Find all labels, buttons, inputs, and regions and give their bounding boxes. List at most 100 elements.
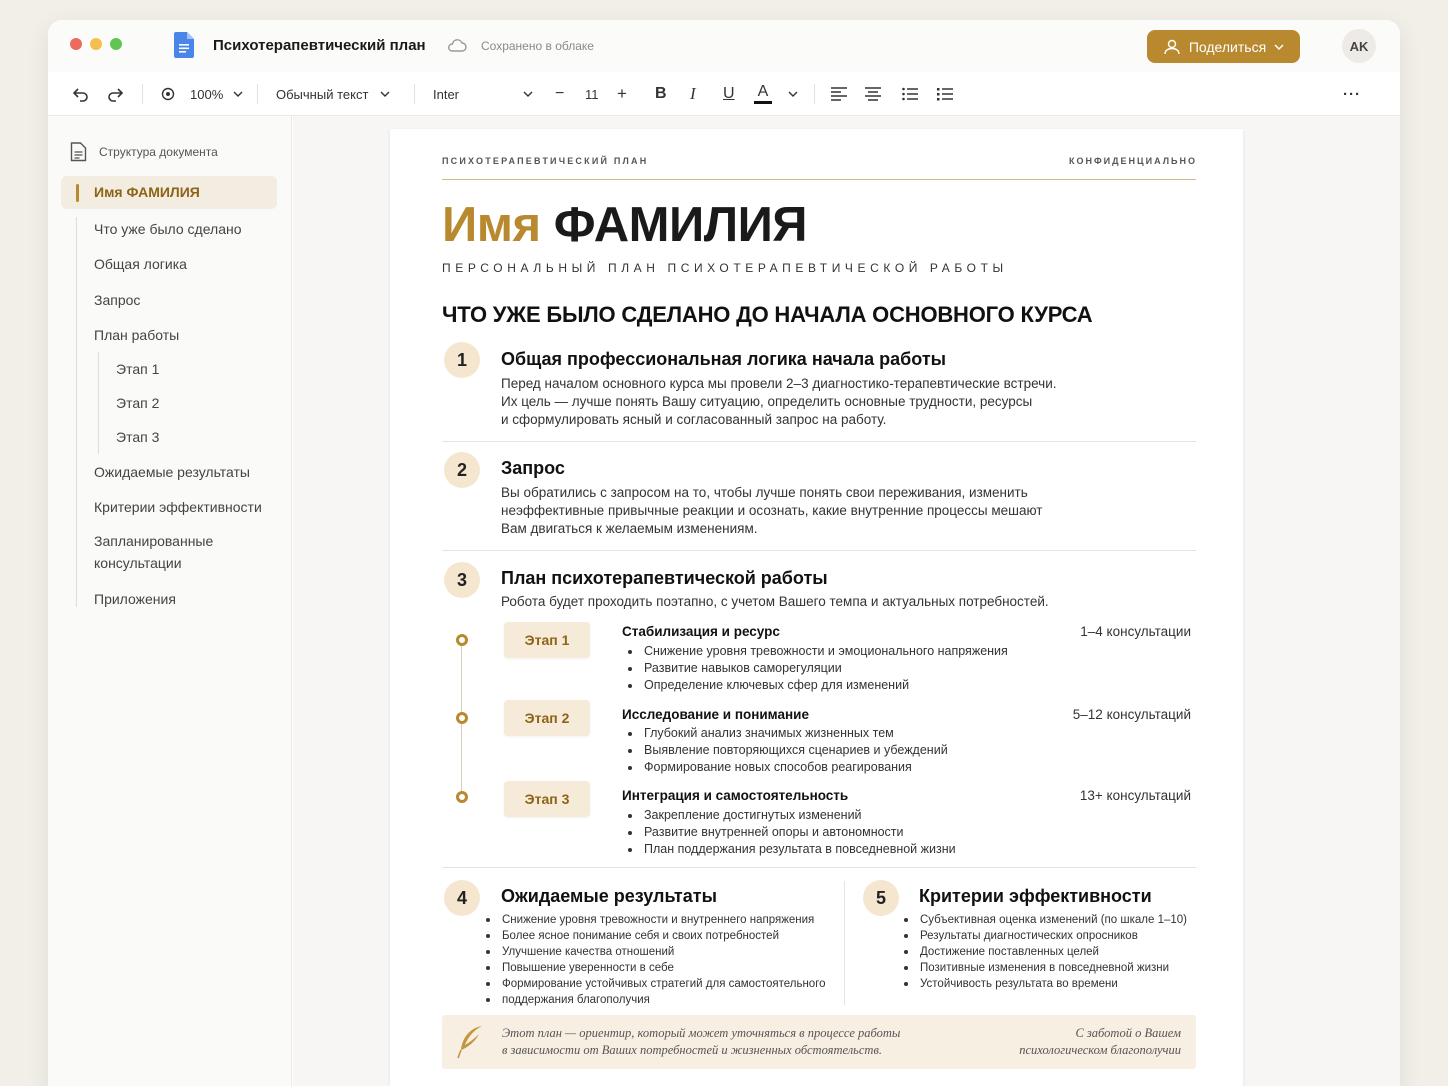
maximize-window-button[interactable] xyxy=(110,38,122,50)
outline-item-consultations[interactable]: Запланированные консультации xyxy=(94,530,234,574)
stage-1-badge: Этап 1 xyxy=(504,622,590,658)
list-item: План поддержания результата в повседневн… xyxy=(622,841,956,858)
section-title-3: План психотерапевтической работы xyxy=(501,568,828,588)
outline-active-marker xyxy=(76,184,79,202)
section-divider xyxy=(442,867,1196,868)
zoom-value: 100% xyxy=(190,86,224,102)
list-item: Выявление повторяющихся сценариев и убеж… xyxy=(622,742,948,759)
outline-tree-subline xyxy=(98,352,99,454)
toolbar-divider xyxy=(142,84,143,104)
text-color-button[interactable]: A xyxy=(754,72,772,116)
outline-tree-line xyxy=(76,217,77,607)
more-options-button[interactable]: ··· xyxy=(1343,72,1361,116)
list-item: Снижение уровня тревожности и внутреннег… xyxy=(480,912,826,928)
section-line: Вы обратились с запросом на то, чтобы лу… xyxy=(501,485,1028,500)
footer-line: С заботой о Вашем xyxy=(1075,1026,1181,1040)
footer-note-left: Этот план — ориентир, который может уточ… xyxy=(502,1025,900,1059)
stage-3-title: Интеграция и самостоятельность xyxy=(622,788,849,803)
text-color-dropdown[interactable] xyxy=(788,72,798,116)
document-page[interactable]: ПСИХОТЕРАПЕВТИЧЕСКИЙ ПЛАН КОНФИДЕНЦИАЛЬН… xyxy=(390,129,1243,1086)
list-item: Повышение уверенности в себе xyxy=(480,960,826,976)
gear-icon xyxy=(161,87,175,101)
list-item: Позитивные изменения в повседневной жизн… xyxy=(898,960,1187,976)
decrease-font-size-button[interactable]: − xyxy=(555,72,564,116)
outline-item-results[interactable]: Ожидаемые результаты xyxy=(94,464,250,480)
list-item: Результаты диагностических опросников xyxy=(898,928,1187,944)
footer-line: в зависимости от Ваших потребностей и жи… xyxy=(502,1043,882,1057)
app-window: Психотерапевтический план Сохранено в об… xyxy=(48,20,1400,1086)
bold-button[interactable]: B xyxy=(655,72,667,116)
redo-button[interactable] xyxy=(106,72,124,116)
formatting-toolbar: 100% Обычный текст Inter − 11 + B I U A xyxy=(48,72,1400,116)
section-line: неэффективные привычные реакции и осозна… xyxy=(501,503,1043,518)
section-number-1: 1 xyxy=(444,342,480,378)
outline-item-request[interactable]: Запрос xyxy=(94,292,140,308)
chevron-down-icon xyxy=(523,91,533,97)
outline-item-stage-2[interactable]: Этап 2 xyxy=(116,395,159,411)
section-body-3: Робота будет проходить поэтапно, с учето… xyxy=(501,594,1049,609)
outline-item-criteria[interactable]: Критерии эффективности xyxy=(94,499,262,515)
section-body-2: Вы обратились с запросом на то, чтобы лу… xyxy=(501,484,1042,538)
numbered-list-button[interactable] xyxy=(937,72,953,116)
section-divider xyxy=(442,550,1196,551)
document-subtitle: ПЕРСОНАЛЬНЫЙ ПЛАН ПСИХОТЕРАПЕВТИЧЕСКОЙ Р… xyxy=(442,261,1008,275)
outline-header-label: Структура документа xyxy=(99,145,218,159)
outline-item-appendix[interactable]: Приложения xyxy=(94,591,176,607)
italic-button[interactable]: I xyxy=(690,72,696,116)
increase-font-size-button[interactable]: + xyxy=(617,72,627,116)
share-button[interactable]: Поделиться xyxy=(1147,30,1300,63)
undo-button[interactable] xyxy=(72,72,90,116)
outline-item-done[interactable]: Что уже было сделано xyxy=(94,221,242,237)
section-line: Перед началом основного курса мы провели… xyxy=(501,376,1057,391)
close-window-button[interactable] xyxy=(70,38,82,50)
results-bullets: Снижение уровня тревожности и внутреннег… xyxy=(480,912,826,1008)
stage-1-bullets: Снижение уровня тревожности и эмоциональ… xyxy=(622,643,1008,694)
list-item: Достижение поставленных целей xyxy=(898,944,1187,960)
section-title-1: Общая профессиональная логика начала раб… xyxy=(501,349,947,369)
underline-button[interactable]: U xyxy=(723,72,735,116)
save-status: Сохранено в облаке xyxy=(481,39,594,53)
bulleted-list-button[interactable] xyxy=(902,72,918,116)
align-left-icon xyxy=(831,87,847,101)
align-left-button[interactable] xyxy=(831,72,847,116)
font-value: Inter xyxy=(433,86,460,102)
stage-3-count: 13+ консультаций xyxy=(1079,788,1191,803)
document-outline-icon xyxy=(70,142,87,162)
align-center-button[interactable] xyxy=(865,72,881,116)
paint-format-button[interactable] xyxy=(160,72,176,116)
list-item: Формирование новых способов реагирования xyxy=(622,759,948,776)
outline-item-plan[interactable]: План работы xyxy=(94,327,179,343)
client-first-name: Имя xyxy=(442,198,541,252)
header-rule xyxy=(442,179,1196,180)
page-header-confidential: КОНФИДЕНЦИАЛЬНО xyxy=(1069,156,1197,166)
toolbar-divider xyxy=(814,84,815,104)
outline-item-stage-1[interactable]: Этап 1 xyxy=(116,361,159,377)
redo-icon xyxy=(108,88,124,102)
chevron-down-icon xyxy=(788,91,798,97)
feather-icon xyxy=(457,1026,482,1059)
page-header-title: ПСИХОТЕРАПЕВТИЧЕСКИЙ ПЛАН xyxy=(442,156,649,166)
zoom-select[interactable]: 100% xyxy=(190,72,243,116)
list-item: Развитие внутренней опоры и автономности xyxy=(622,824,956,841)
font-select[interactable]: Inter xyxy=(433,72,533,116)
undo-icon xyxy=(72,88,88,102)
section-number-2: 2 xyxy=(444,452,480,488)
toolbar-divider xyxy=(414,84,415,104)
list-item: Улучшение качества отношений xyxy=(480,944,826,960)
avatar[interactable]: AK xyxy=(1342,29,1376,63)
minimize-window-button[interactable] xyxy=(90,38,102,50)
stage-3-bullets: Закрепление достигнутых изменений Развит… xyxy=(622,807,956,858)
outline-item-logic[interactable]: Общая логика xyxy=(94,256,187,272)
outline-item-stage-3[interactable]: Этап 3 xyxy=(116,429,159,445)
section-number-5: 5 xyxy=(863,880,899,916)
stage-2-title: Исследование и понимание xyxy=(622,707,809,722)
font-size-input[interactable]: 11 xyxy=(585,72,599,116)
document-title[interactable]: Психотерапевтический план xyxy=(213,37,426,54)
outline-item-name[interactable]: Имя ФАМИЛИЯ xyxy=(94,184,200,200)
section-body-1: Перед началом основного курса мы провели… xyxy=(501,375,1057,429)
client-name: Имя ФАМИЛИЯ xyxy=(442,197,808,253)
window-controls xyxy=(70,38,122,50)
stage-1-title: Стабилизация и ресурс xyxy=(622,624,780,639)
section-line: Вам двигаться к желаемым изменениям. xyxy=(501,521,758,536)
text-style-select[interactable]: Обычный текст xyxy=(276,72,390,116)
